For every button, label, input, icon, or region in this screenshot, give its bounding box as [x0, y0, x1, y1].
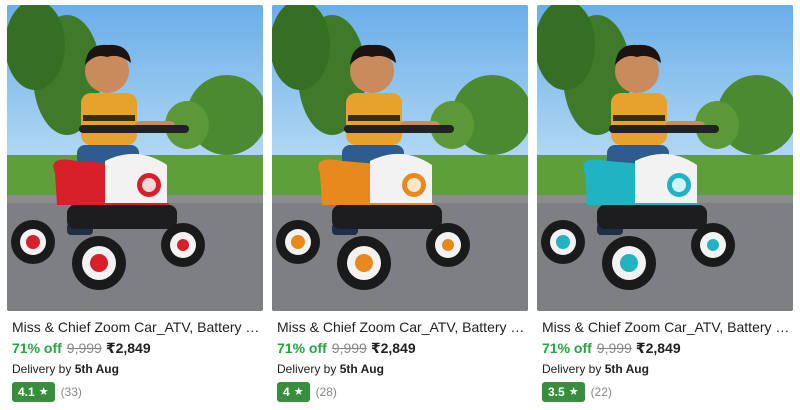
review-count: (33) — [60, 385, 82, 399]
price-row: 71% off 9,999 ₹2,849 — [277, 339, 416, 357]
product-title[interactable]: Miss & Chief Zoom Car_ATV, Battery o... — [542, 318, 792, 336]
delivery-prefix: Delivery by — [277, 362, 337, 376]
price-row: 71% off 9,999 ₹2,849 — [542, 339, 681, 357]
kid-atv-photo-icon — [7, 5, 263, 311]
product-image[interactable] — [537, 5, 793, 311]
delivery-prefix: Delivery by — [12, 362, 72, 376]
product-card[interactable]: Miss & Chief Zoom Car_ATV, Battery o... … — [270, 0, 528, 410]
discount-label: 71% off — [277, 340, 327, 356]
product-card[interactable]: Miss & Chief Zoom Car_ATV, Battery o... … — [535, 0, 793, 410]
rating-value: 3.5 — [548, 385, 565, 399]
review-count: (28) — [315, 385, 337, 399]
rating-badge: 4 ★ — [277, 382, 310, 402]
star-icon: ★ — [568, 385, 579, 398]
delivery-info: Delivery by 5th Aug — [277, 361, 384, 377]
selling-price: ₹2,849 — [635, 340, 681, 356]
rating-badge: 3.5 ★ — [542, 382, 585, 402]
product-card[interactable]: Miss & Chief Zoom Car_ATV, Battery o... … — [5, 0, 263, 410]
rating-value: 4.1 — [18, 385, 35, 399]
price-row: 71% off 9,999 ₹2,849 — [12, 339, 151, 357]
star-icon: ★ — [38, 385, 49, 398]
star-icon: ★ — [293, 385, 304, 398]
review-count: (22) — [590, 385, 612, 399]
product-title[interactable]: Miss & Chief Zoom Car_ATV, Battery o... — [12, 318, 262, 336]
rating-value: 4 — [283, 385, 290, 399]
delivery-info: Delivery by 5th Aug — [542, 361, 649, 377]
delivery-prefix: Delivery by — [542, 362, 602, 376]
discount-label: 71% off — [12, 340, 62, 356]
mrp-strikethrough: 9,999 — [66, 340, 102, 356]
rating-row: 3.5 ★ (22) — [542, 382, 612, 402]
discount-label: 71% off — [542, 340, 592, 356]
product-title[interactable]: Miss & Chief Zoom Car_ATV, Battery o... — [277, 318, 527, 336]
delivery-date: 5th Aug — [339, 362, 384, 376]
kid-atv-photo-icon — [537, 5, 793, 311]
selling-price: ₹2,849 — [370, 340, 416, 356]
product-image[interactable] — [272, 5, 528, 311]
delivery-date: 5th Aug — [74, 362, 119, 376]
rating-badge: 4.1 ★ — [12, 382, 55, 402]
delivery-info: Delivery by 5th Aug — [12, 361, 119, 377]
kid-atv-photo-icon — [272, 5, 528, 311]
rating-row: 4 ★ (28) — [277, 382, 337, 402]
mrp-strikethrough: 9,999 — [596, 340, 632, 356]
product-image[interactable] — [7, 5, 263, 311]
selling-price: ₹2,849 — [105, 340, 151, 356]
rating-row: 4.1 ★ (33) — [12, 382, 82, 402]
product-grid: Miss & Chief Zoom Car_ATV, Battery o... … — [0, 0, 800, 410]
mrp-strikethrough: 9,999 — [331, 340, 367, 356]
delivery-date: 5th Aug — [604, 362, 649, 376]
